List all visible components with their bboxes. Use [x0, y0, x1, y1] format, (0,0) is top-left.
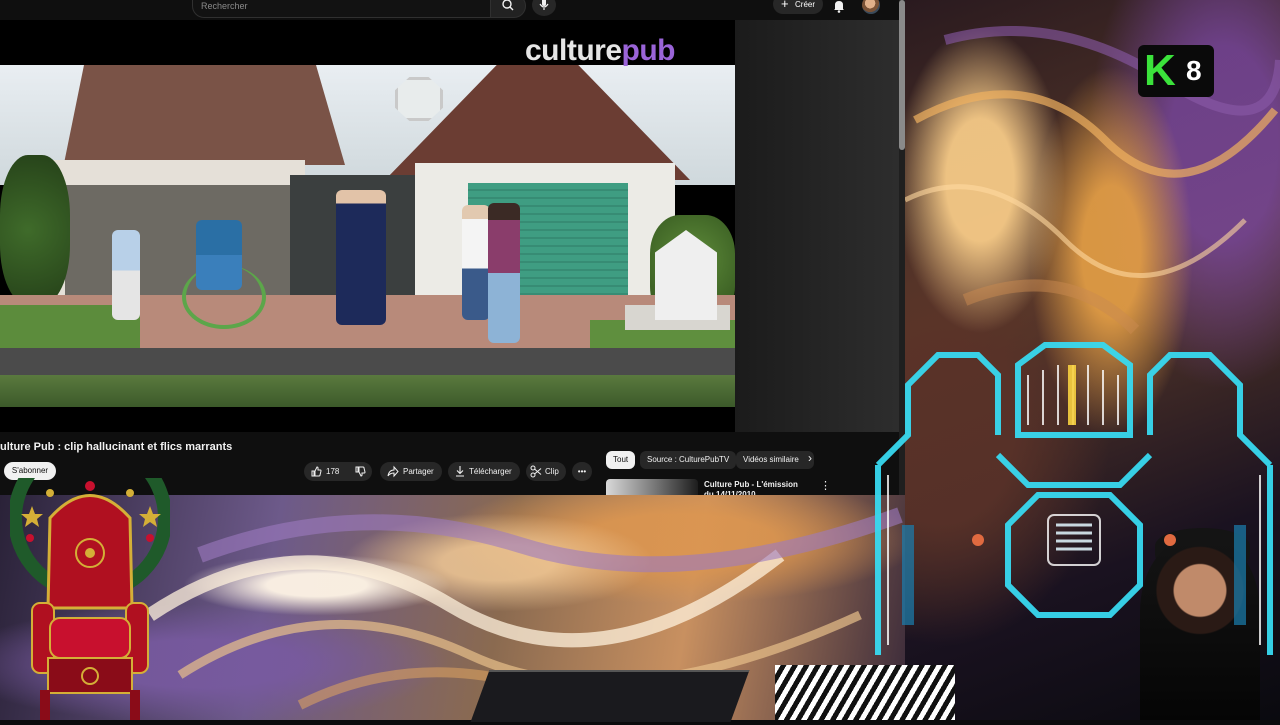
search-input[interactable]: Rechercher [192, 0, 492, 18]
youtube-window: Rechercher + Créer culturepub ulture Pub… [0, 0, 905, 495]
download-icon [454, 462, 466, 488]
recommended-title[interactable]: Culture Pub - L'émission du 14/11/2010 [704, 480, 804, 495]
more-actions-button[interactable]: ••• [572, 462, 592, 481]
chip-all[interactable]: Tout [606, 451, 636, 469]
download-button[interactable]: Télécharger [448, 462, 520, 481]
like-count: 178 [326, 467, 340, 476]
download-label: Télécharger [469, 467, 512, 476]
video-person-police-officer [336, 190, 386, 325]
share-icon [387, 462, 399, 488]
neon-webcam-frame [868, 325, 1280, 665]
christmas-throne [8, 436, 172, 720]
video-gable-window [395, 77, 443, 121]
plus-icon: + [781, 0, 789, 11]
recommended-thumbnail[interactable] [606, 479, 698, 495]
video-player[interactable]: culturepub [0, 20, 735, 432]
keyboard [470, 670, 750, 722]
channel-logo-letter: K [1144, 46, 1176, 95]
culturepub-watermark: culturepub [525, 34, 676, 67]
video-person-woman [488, 203, 520, 343]
striped-pattern [775, 665, 955, 720]
create-label: Créer [795, 0, 816, 9]
voice-search-button[interactable] [532, 0, 556, 16]
clip-label: Clip [545, 467, 559, 476]
video-person-cyclist [196, 220, 242, 290]
video-carport [65, 185, 295, 295]
video-frame[interactable] [0, 65, 735, 407]
chip-similar-videos[interactable]: Vidéos similaire [736, 451, 814, 469]
search-icon [502, 0, 514, 11]
video-trees [0, 155, 70, 305]
share-button[interactable]: Partager [380, 462, 442, 481]
notifications-button[interactable] [830, 0, 848, 15]
chevron-right-icon[interactable]: › [808, 451, 812, 465]
channel-logo-number: 8 [1186, 55, 1202, 86]
search-button[interactable] [490, 0, 526, 18]
thumbs-up-icon [311, 466, 322, 477]
bell-icon [834, 1, 844, 13]
video-verge [0, 375, 735, 407]
more-vertical-icon[interactable]: ⋮ [820, 479, 831, 492]
like-button[interactable] [310, 462, 322, 488]
video-title: ulture Pub : clip hallucinant et flics m… [0, 441, 233, 453]
video-person-child-scooter [112, 230, 140, 320]
clip-button[interactable]: Clip [526, 462, 566, 481]
more-horizontal-icon: ••• [577, 467, 587, 476]
chip-source[interactable]: Source : CulturePubTV [640, 451, 737, 469]
video-person-boy [462, 205, 490, 320]
microphone-icon [539, 0, 549, 10]
create-button[interactable]: + Créer [773, 0, 823, 14]
dislike-button[interactable] [354, 462, 366, 488]
watermark-part2: pub [621, 34, 676, 67]
like-dislike-group: 178 [304, 462, 372, 481]
thumbs-down-icon [355, 466, 366, 477]
video-roof-left [63, 65, 345, 165]
share-label: Partager [403, 467, 434, 476]
scissors-icon [530, 462, 542, 488]
search-placeholder: Rechercher [201, 1, 248, 11]
watermark-part1: culture [525, 34, 622, 67]
